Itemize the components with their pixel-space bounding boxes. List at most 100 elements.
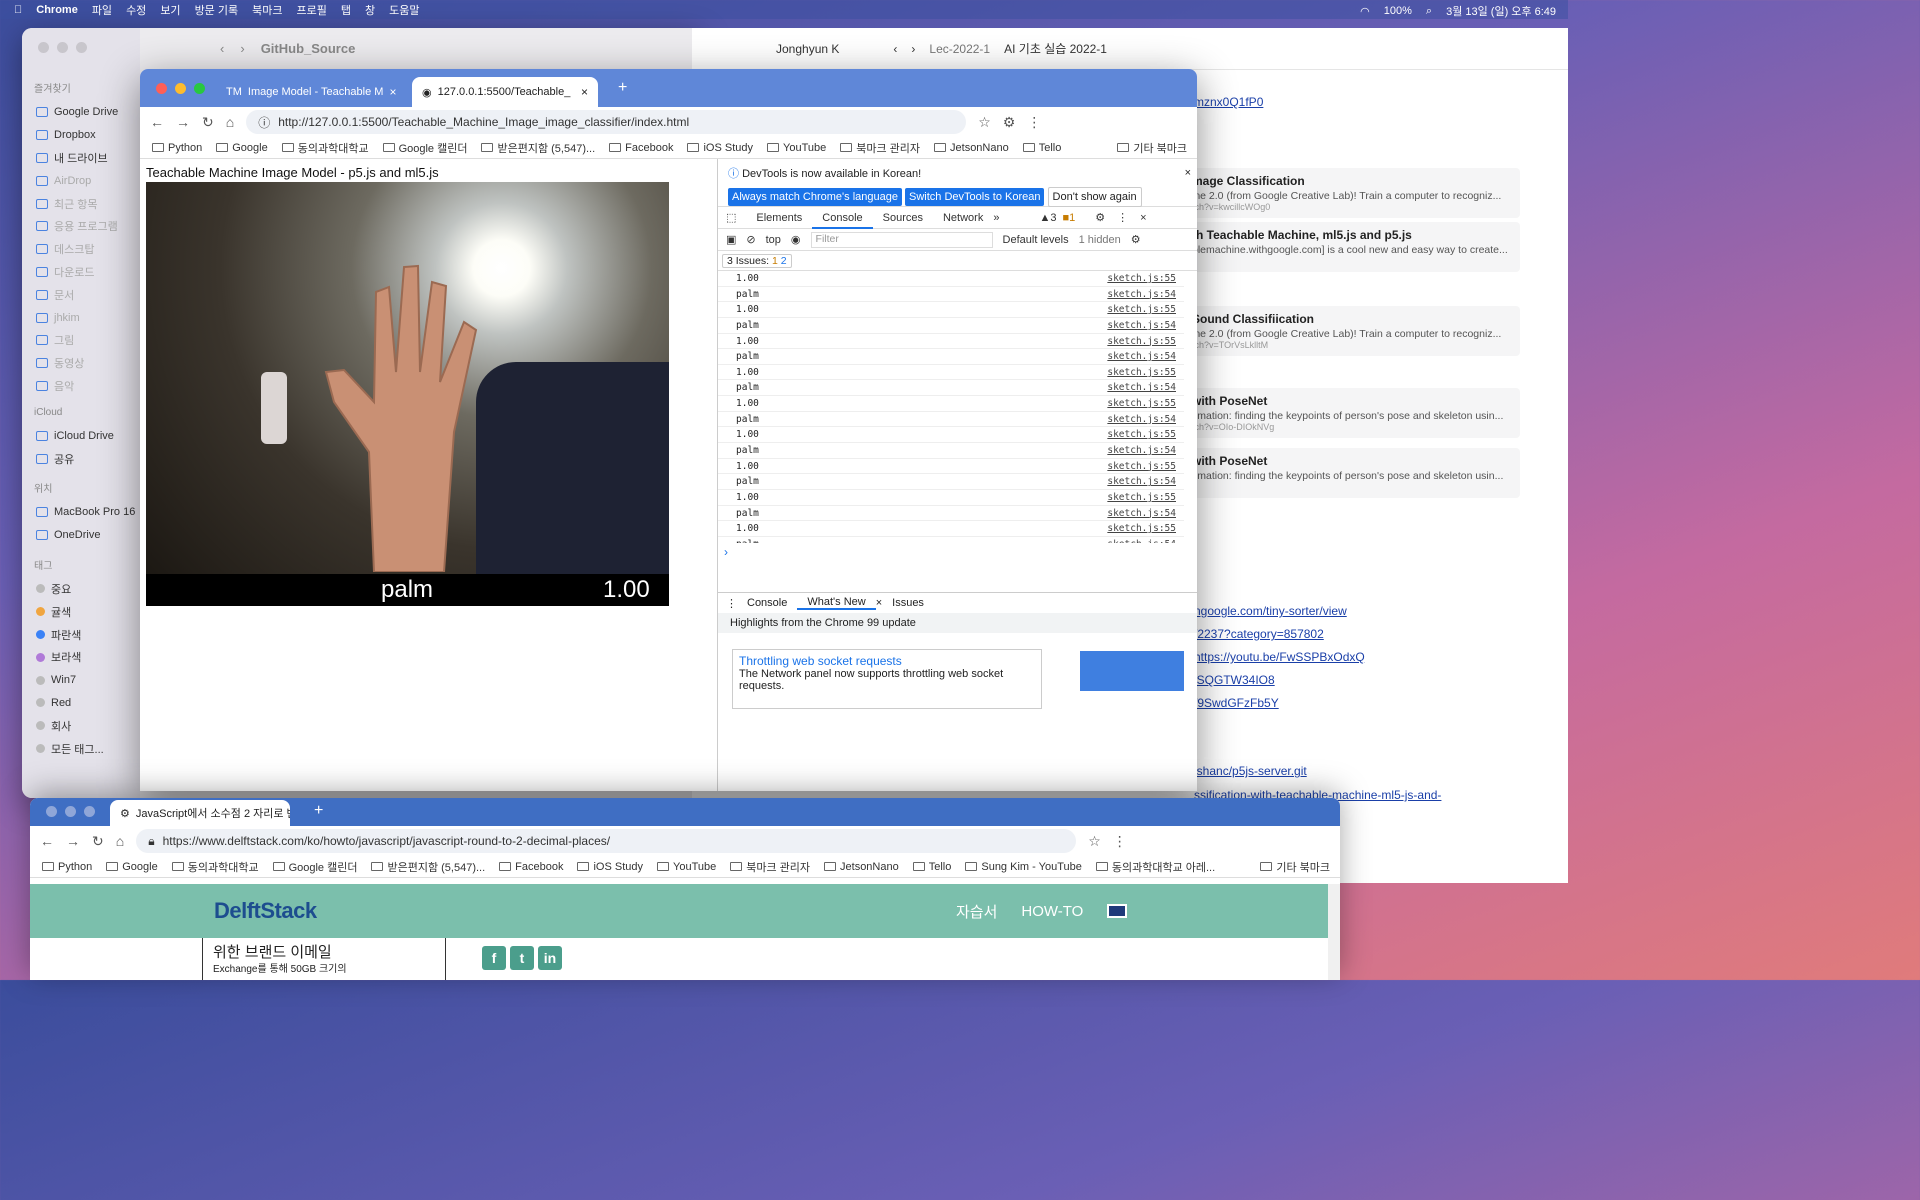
bookmark-item[interactable]: 동의과학대학교 bbox=[171, 859, 259, 875]
bookmark-card[interactable]: with PoseNet timation: finding the keypoi… bbox=[1192, 448, 1520, 498]
menu-app-name[interactable]: Chrome bbox=[36, 4, 78, 16]
levels-select[interactable]: Default levels bbox=[1003, 234, 1069, 246]
bookmark-item[interactable]: 받은편지함 (5,547)... bbox=[481, 140, 595, 156]
settings-icon[interactable]: ⚙ bbox=[1095, 211, 1105, 224]
sidebar-item[interactable]: Google Drive bbox=[22, 101, 140, 124]
star-icon[interactable]: ☆ bbox=[1088, 833, 1101, 850]
sidebar-item[interactable]: 다운로드 bbox=[22, 261, 140, 284]
address-bar[interactable]: ⓘ http://127.0.0.1:5500/Teachable_Machin… bbox=[246, 110, 967, 134]
new-tab-icon[interactable]: + bbox=[618, 79, 627, 97]
sidebar-item[interactable]: 데스크탑 bbox=[22, 238, 140, 261]
bookmark-item[interactable]: Facebook bbox=[499, 861, 563, 873]
log-source-link[interactable]: sketch.js:55 bbox=[1107, 521, 1176, 536]
drawer-tab-console[interactable]: Console bbox=[737, 597, 797, 609]
inspect-icon[interactable]: ⬚ bbox=[726, 211, 736, 224]
advertisement[interactable]: 위한 브랜드 이메일 Exchange를 통해 50GB 크기의 bbox=[202, 938, 446, 980]
bookmark-item[interactable]: 동의과학대학교 아레... bbox=[1095, 859, 1215, 875]
nav-tutorials[interactable]: 자습서 bbox=[956, 901, 997, 922]
tab-elements[interactable]: Elements bbox=[736, 207, 812, 229]
window-controls[interactable] bbox=[38, 42, 87, 53]
bookmark-item[interactable]: JetsonNano bbox=[934, 142, 1009, 154]
tag-item[interactable]: 회사 bbox=[22, 714, 140, 737]
back-icon[interactable]: ← bbox=[40, 833, 54, 849]
window-controls[interactable] bbox=[156, 83, 205, 94]
notion-link[interactable]: lSQGTW34IO8 bbox=[1194, 673, 1275, 687]
tag-item[interactable]: 중요 bbox=[22, 578, 140, 601]
menu-view[interactable]: 보기 bbox=[160, 2, 180, 18]
log-source-link[interactable]: sketch.js:55 bbox=[1107, 459, 1176, 474]
tab-localhost[interactable]: ◉ 127.0.0.1:5500/Teachable_ × bbox=[412, 77, 598, 107]
back-icon[interactable]: ‹ bbox=[893, 42, 897, 56]
tag-item[interactable]: Red bbox=[22, 692, 140, 715]
drawer-tab-whatsnew[interactable]: What's New bbox=[797, 596, 876, 610]
bookmark-item[interactable]: Sung Kim - YouTube bbox=[965, 861, 1082, 873]
close-tab-icon[interactable]: × bbox=[389, 85, 396, 99]
breadcrumb-2[interactable]: AI 기초 실습 2022-1 bbox=[1004, 40, 1107, 57]
menu-profile[interactable]: 프로필 bbox=[296, 2, 326, 18]
window-controls[interactable] bbox=[46, 806, 95, 817]
forward-icon[interactable]: → bbox=[176, 114, 190, 130]
kebab-icon[interactable]: ⋮ bbox=[726, 597, 737, 610]
drawer-tab-issues[interactable]: Issues bbox=[882, 597, 934, 609]
menu-tab[interactable]: 탭 bbox=[341, 2, 351, 18]
card-title[interactable]: Throttling web socket requests bbox=[739, 654, 1035, 668]
close-tab-icon[interactable]: × bbox=[581, 85, 588, 99]
notion-link[interactable]: https://youtu.be/FwSSPBxOdxQ bbox=[1194, 650, 1365, 664]
context-select[interactable]: top bbox=[766, 234, 781, 246]
bookmark-item[interactable]: Google bbox=[216, 142, 268, 154]
filter-input[interactable]: Filter bbox=[810, 231, 993, 248]
match-language-button[interactable]: Always match Chrome's language bbox=[728, 188, 902, 206]
linkedin-icon[interactable]: in bbox=[538, 946, 562, 970]
sidebar-toggle-icon[interactable]: ▣ bbox=[726, 233, 736, 246]
sidebar-item[interactable]: 동영상 bbox=[22, 352, 140, 375]
sidebar-item[interactable]: AirDrop bbox=[22, 169, 140, 192]
bookmark-item[interactable]: Python bbox=[152, 142, 202, 154]
notion-link[interactable]: /2237?category=857802 bbox=[1194, 627, 1324, 641]
bookmark-item[interactable]: iOS Study bbox=[687, 142, 753, 154]
sidebar-item[interactable]: 그림 bbox=[22, 329, 140, 352]
bookmark-item[interactable]: 북마크 관리자 bbox=[730, 859, 810, 875]
nav-howto[interactable]: HOW-TO bbox=[1021, 903, 1083, 920]
breadcrumb-1[interactable]: Lec-2022-1 bbox=[929, 42, 990, 56]
back-icon[interactable]: ← bbox=[150, 114, 164, 130]
star-icon[interactable]: ☆ bbox=[978, 114, 991, 131]
address-bar[interactable]: 🔒︎ https://www.delftstack.com/ko/howto/j… bbox=[136, 829, 1077, 853]
log-source-link[interactable]: sketch.js:54 bbox=[1107, 380, 1176, 395]
log-source-link[interactable]: sketch.js:55 bbox=[1107, 490, 1176, 505]
log-source-link[interactable]: sketch.js:54 bbox=[1107, 412, 1176, 427]
bookmark-item[interactable]: Facebook bbox=[609, 142, 673, 154]
bookmark-item[interactable]: YouTube bbox=[657, 861, 716, 873]
menu-file[interactable]: 파일 bbox=[92, 2, 112, 18]
menu-history[interactable]: 방문 기록 bbox=[195, 2, 239, 18]
other-bookmarks[interactable]: 기타 북마크 bbox=[1260, 859, 1330, 875]
bookmark-card[interactable]: with PoseNet timation: finding the keypoi… bbox=[1192, 388, 1520, 438]
bookmark-item[interactable]: Tello bbox=[912, 861, 951, 873]
site-logo[interactable]: DelftStack bbox=[214, 898, 317, 924]
log-source-link[interactable]: sketch.js:54 bbox=[1107, 537, 1176, 543]
warning-count[interactable]: ▲3 bbox=[1039, 212, 1056, 224]
tab-delftstack[interactable]: ⚙ JavaScript에서 소수점 2 자리로 반 × bbox=[110, 800, 290, 826]
kebab-icon[interactable]: ⋮ bbox=[1117, 211, 1128, 224]
switch-korean-button[interactable]: Switch DevTools to Korean bbox=[905, 188, 1045, 206]
sidebar-item[interactable]: 응용 프로그램 bbox=[22, 215, 140, 238]
bookmark-item[interactable]: Google 캘린더 bbox=[382, 140, 467, 156]
sidebar-item[interactable]: 내 드라이브 bbox=[22, 147, 140, 170]
tag-item[interactable]: 보라색 bbox=[22, 646, 140, 669]
extensions-icon[interactable]: ⚙ bbox=[1003, 114, 1016, 131]
uk-flag-icon[interactable] bbox=[1107, 904, 1128, 918]
menu-icon[interactable]: ⋮ bbox=[1113, 833, 1127, 850]
home-icon[interactable]: ⌂ bbox=[226, 114, 234, 130]
bookmark-item[interactable]: 받은편지함 (5,547)... bbox=[371, 859, 485, 875]
log-source-link[interactable]: sketch.js:55 bbox=[1107, 302, 1176, 317]
other-bookmarks[interactable]: 기타 북마크 bbox=[1117, 140, 1187, 156]
bookmark-item[interactable]: Python bbox=[42, 861, 92, 873]
log-source-link[interactable]: sketch.js:55 bbox=[1107, 427, 1176, 442]
menu-edit[interactable]: 수정 bbox=[126, 2, 146, 18]
sidebar-item[interactable]: iCloud Drive bbox=[22, 424, 140, 447]
close-icon[interactable]: × bbox=[1140, 212, 1146, 224]
menu-bookmarks[interactable]: 북마크 bbox=[252, 2, 282, 18]
bookmark-item[interactable]: Tello bbox=[1022, 142, 1061, 154]
notion-link[interactable]: ishanc/p5js-server.git bbox=[1194, 764, 1307, 778]
sidebar-item[interactable]: OneDrive bbox=[22, 524, 140, 547]
console-prompt[interactable]: › bbox=[724, 545, 728, 559]
